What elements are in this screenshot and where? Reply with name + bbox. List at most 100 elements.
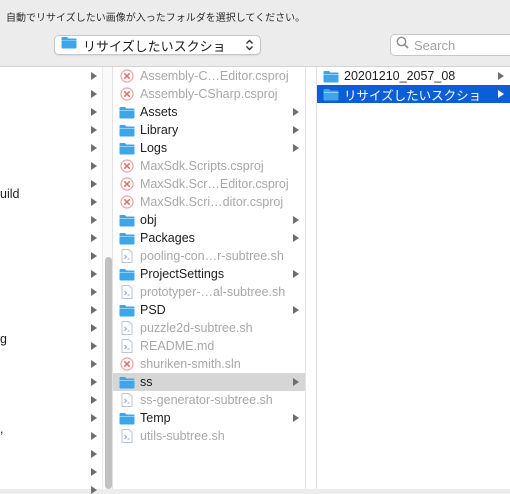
- disclosure-arrow-icon: [91, 162, 97, 170]
- folder-icon: [119, 213, 135, 227]
- disclosure-arrow-icon: [91, 216, 97, 224]
- folder-row[interactable]: 20201210_2057_08: [317, 67, 510, 85]
- search-field[interactable]: Search: [390, 34, 510, 56]
- location-popup[interactable]: リサイズしたいスクショ: [54, 35, 261, 55]
- column-separator: [305, 67, 317, 489]
- disclosure-arrow-icon: [91, 198, 97, 206]
- folder-row[interactable]: obj: [113, 211, 305, 229]
- folder-row[interactable]: Packages: [113, 229, 305, 247]
- search-icon: [396, 36, 409, 54]
- disclosure-arrow-icon: [498, 90, 504, 98]
- disclosure-arrow-icon: [91, 72, 97, 80]
- csproj-file-icon: [119, 195, 135, 209]
- disclosure-arrow-icon: [293, 306, 299, 314]
- disclosure-arrow-icon: [91, 396, 97, 404]
- disclosure-arrow-icon: [91, 342, 97, 350]
- folder-icon: [119, 105, 135, 119]
- folder-icon: [119, 375, 135, 389]
- disclosure-arrow-icon: [91, 468, 97, 476]
- folder-row[interactable]: PSD: [113, 301, 305, 319]
- file-row[interactable]: MaxSdk.Scripts.csproj: [113, 157, 305, 175]
- item-name: obj: [140, 213, 157, 227]
- file-row[interactable]: MaxSdk.Scri…ditor.csproj: [113, 193, 305, 211]
- file-row[interactable]: pooling-con…r-subtree.sh: [113, 247, 305, 265]
- file-row[interactable]: puzzle2d-subtree.sh: [113, 319, 305, 337]
- item-name: README.md: [140, 339, 215, 353]
- script-file-icon: [119, 393, 135, 407]
- csproj-file-icon: [119, 159, 135, 173]
- file-row[interactable]: utils-subtree.sh: [113, 427, 305, 445]
- folder-icon: [323, 87, 339, 101]
- folder-icon: [119, 123, 135, 137]
- item-name: Assembly-CSharp.csproj: [140, 87, 278, 101]
- disclosure-arrow-icon: [91, 144, 97, 152]
- disclosure-arrow-icon: [91, 378, 97, 386]
- scrollbar-thumb[interactable]: [105, 257, 112, 489]
- script-file-icon: [119, 285, 135, 299]
- disclosure-arrow-icon: [293, 126, 299, 134]
- disclosure-arrow-icon: [91, 288, 97, 296]
- item-name: Assets: [140, 105, 178, 119]
- csproj-file-icon: [119, 357, 135, 371]
- disclosure-arrow-icon: [293, 270, 299, 278]
- file-row[interactable]: Assembly-C…Editor.csproj: [113, 67, 305, 85]
- script-file-icon: [119, 249, 135, 263]
- csproj-file-icon: [119, 87, 135, 101]
- file-row[interactable]: prototyper-…al-subtree.sh: [113, 283, 305, 301]
- item-name: utils-subtree.sh: [140, 429, 225, 443]
- disclosure-arrow-icon: [91, 324, 97, 332]
- disclosure-arrow-icon: [293, 216, 299, 224]
- script-file-icon: [119, 321, 135, 335]
- item-name: Logs: [140, 141, 168, 155]
- disclosure-arrow-icon: [91, 432, 97, 440]
- item-name: MaxSdk.Scri…ditor.csproj: [140, 195, 284, 209]
- folder-icon: [119, 411, 135, 425]
- folder-row[interactable]: Library: [113, 121, 305, 139]
- truncated-item-name[interactable]: uild: [0, 187, 19, 201]
- disclosure-arrow-icon: [91, 180, 97, 188]
- folder-icon: [119, 141, 135, 155]
- disclosure-arrow-icon: [91, 90, 97, 98]
- folder-row[interactable]: Temp: [113, 409, 305, 427]
- disclosure-arrow-icon: [91, 306, 97, 314]
- item-name: ss-generator-subtree.sh: [140, 393, 273, 407]
- folder-row[interactable]: ss: [113, 373, 305, 391]
- file-row[interactable]: README.md: [113, 337, 305, 355]
- folder-icon: [61, 36, 77, 54]
- disclosure-arrow-icon: [91, 486, 97, 494]
- item-name: Assembly-C…Editor.csproj: [140, 69, 289, 83]
- folder-row[interactable]: リサイズしたいスクショ: [317, 85, 510, 103]
- folder-icon: [119, 303, 135, 317]
- file-row[interactable]: shuriken-smith.sln: [113, 355, 305, 373]
- item-name: Library: [140, 123, 179, 137]
- folder-row[interactable]: Logs: [113, 139, 305, 157]
- item-name: 20201210_2057_08: [344, 69, 456, 83]
- disclosure-arrow-icon: [293, 144, 299, 152]
- disclosure-arrow-icon: [91, 108, 97, 116]
- script-file-icon: [119, 429, 135, 443]
- file-row[interactable]: Assembly-CSharp.csproj: [113, 85, 305, 103]
- file-row[interactable]: ss-generator-subtree.sh: [113, 391, 305, 409]
- disclosure-arrow-icon: [91, 450, 97, 458]
- item-name: pooling-con…r-subtree.sh: [140, 249, 284, 263]
- search-placeholder: Search: [414, 37, 456, 53]
- item-name: PSD: [140, 303, 166, 317]
- column-1[interactable]: Assembly-C…Editor.csproj Assembly-CSharp.…: [113, 67, 305, 489]
- folder-icon: [119, 231, 135, 245]
- disclosure-arrow-icon: [293, 108, 299, 116]
- disclosure-arrow-icon: [498, 72, 504, 80]
- disclosure-arrow-icon: [91, 252, 97, 260]
- folder-row[interactable]: Assets: [113, 103, 305, 121]
- item-name: Packages: [140, 231, 195, 245]
- truncated-item-name[interactable]: ,: [0, 422, 3, 436]
- file-row[interactable]: MaxSdk.Scr…Editor.csproj: [113, 175, 305, 193]
- folder-row[interactable]: ProjectSettings: [113, 265, 305, 283]
- disclosure-arrow-icon: [91, 414, 97, 422]
- column-0[interactable]: uild g,: [0, 67, 102, 494]
- disclosure-arrow-icon: [91, 270, 97, 278]
- disclosure-arrow-icon: [91, 360, 97, 368]
- column-2[interactable]: 20201210_2057_08 リサイズしたいスクショ: [317, 67, 510, 489]
- scrollbar-track[interactable]: [102, 67, 113, 489]
- prompt-text: 自動でリサイズしたい画像が入ったフォルダを選択してください。: [6, 13, 306, 24]
- truncated-item-name[interactable]: g: [0, 332, 7, 346]
